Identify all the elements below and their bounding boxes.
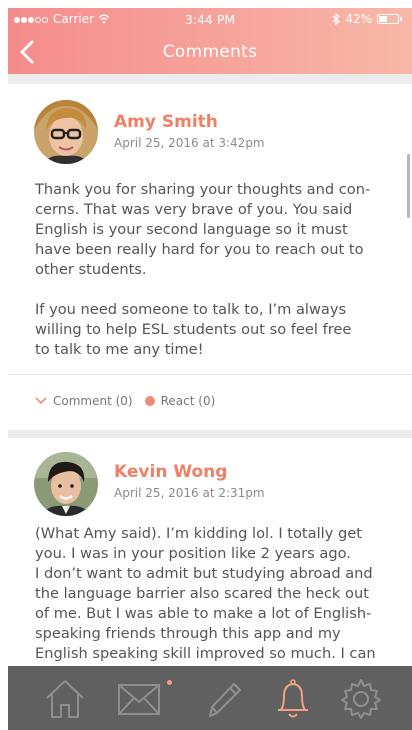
page-title: Comments — [162, 42, 258, 62]
comment-count-label: Comment (0) — [53, 394, 133, 408]
bell-icon — [278, 679, 308, 718]
comment-actions: Comment (0) React (0) — [35, 394, 215, 408]
chevron-down-icon — [35, 397, 47, 404]
divider — [8, 374, 412, 375]
battery-icon — [377, 14, 399, 24]
app-frame: Carrier 3:44 PM 42% Comments Amy Smith A… — [8, 8, 412, 730]
status-bar: Carrier 3:44 PM 42% — [8, 12, 412, 28]
avatar — [34, 100, 98, 164]
tab-home[interactable] — [42, 676, 88, 722]
notification-dot — [167, 680, 172, 685]
header: Carrier 3:44 PM 42% Comments — [8, 8, 412, 74]
home-icon — [46, 680, 84, 718]
react-icon — [144, 396, 155, 406]
gear-icon — [341, 679, 381, 719]
comment-card: Kevin Wong April 25, 2016 at 2:31pm (Wha… — [8, 438, 412, 666]
battery-percent: 42% — [345, 12, 372, 26]
react-button[interactable]: React (0) — [144, 394, 216, 408]
timestamp: April 25, 2016 at 2:31pm — [114, 486, 265, 500]
mail-icon — [118, 684, 160, 715]
pencil-icon — [209, 683, 241, 717]
author-name[interactable]: Kevin Wong — [114, 462, 227, 482]
bluetooth-icon — [332, 13, 341, 25]
scrollbar[interactable] — [407, 154, 410, 218]
tab-notifications[interactable] — [270, 676, 316, 722]
tab-compose[interactable] — [200, 676, 246, 722]
comments-list[interactable]: Amy Smith April 25, 2016 at 3:42pm Thank… — [8, 74, 412, 666]
status-right: 42% — [332, 12, 402, 26]
comment-text: Thank you for sharing your thoughts and … — [35, 181, 371, 358]
comment-card: Amy Smith April 25, 2016 at 3:42pm Thank… — [8, 84, 412, 430]
tab-bar — [8, 666, 412, 730]
author-name[interactable]: Amy Smith — [114, 112, 218, 132]
timestamp: April 25, 2016 at 3:42pm — [114, 136, 265, 150]
comment-text: (What Amy said). I’m kidding lol. I tota… — [35, 525, 376, 666]
avatar — [34, 452, 98, 516]
tab-settings[interactable] — [338, 676, 384, 722]
battery-tip — [400, 17, 402, 21]
react-count-label: React (0) — [160, 394, 216, 408]
tab-messages[interactable] — [116, 676, 162, 722]
comment-button[interactable]: Comment (0) — [35, 394, 133, 408]
